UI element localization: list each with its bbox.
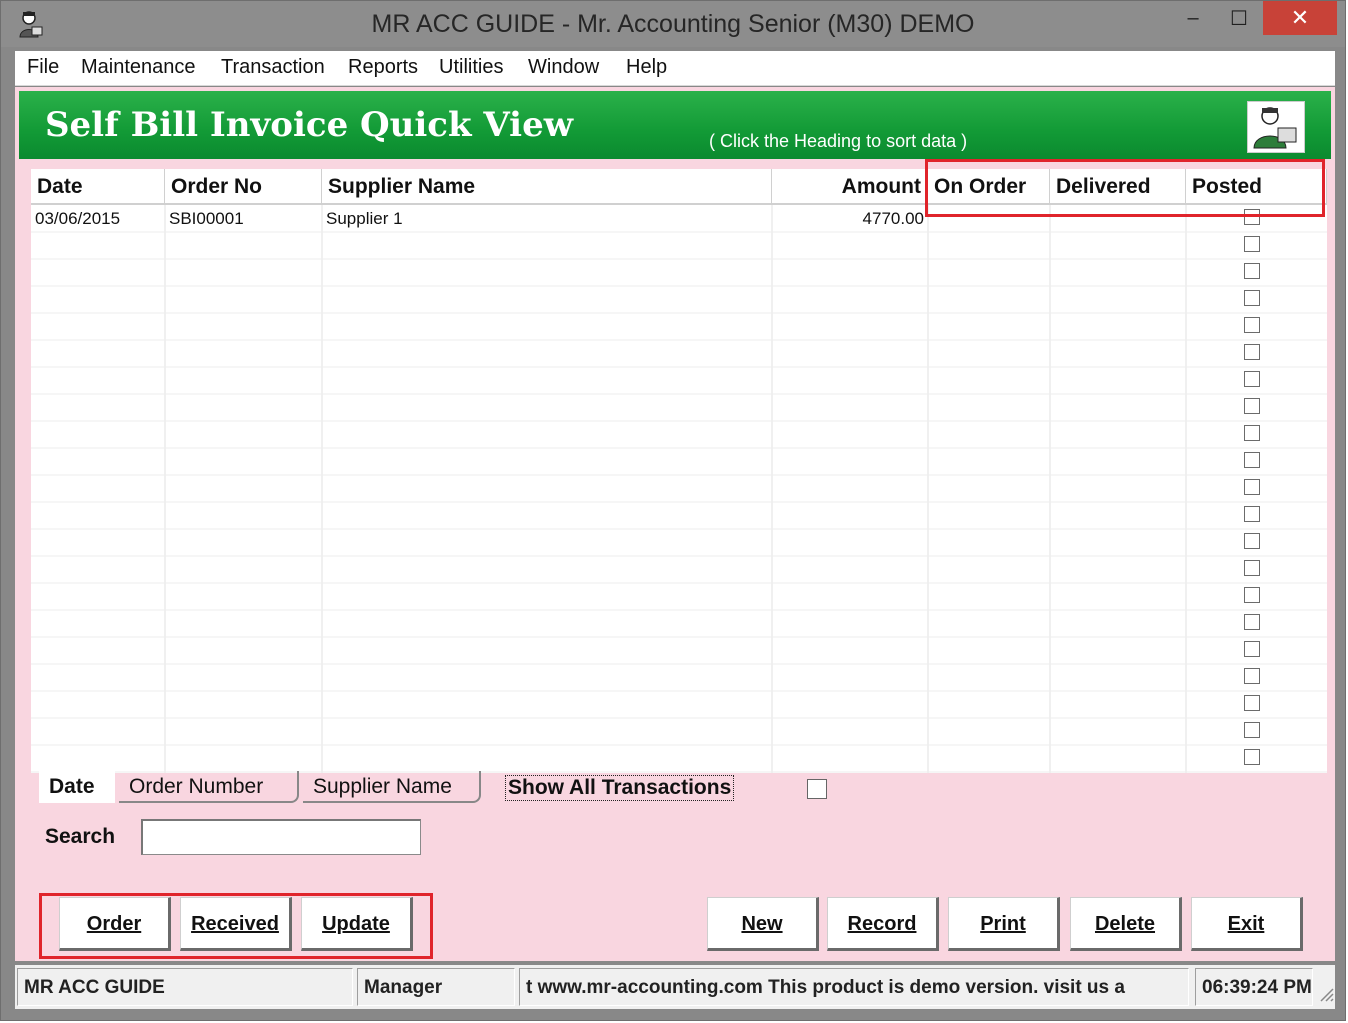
cell-date[interactable]: 03/06/2015 [31,205,165,232]
record-button-label: Record [847,913,917,935]
posted-checkbox[interactable] [1244,236,1260,252]
posted-checkbox[interactable] [1244,452,1260,468]
column-header-order-no[interactable]: Order No [165,169,322,205]
posted-checkbox[interactable] [1244,398,1260,414]
update-gl-button[interactable]: Update GL [301,897,413,985]
search-label: Search [45,825,116,848]
posted-checkbox[interactable] [1244,317,1260,333]
posted-checkbox[interactable] [1244,614,1260,630]
sort-tab-date[interactable]: Date [39,771,115,803]
posted-checkbox[interactable] [1244,371,1260,387]
sort-hint: ( Click the Heading to sort data ) [709,131,968,151]
status-bar: MR ACC GUIDE Manager t www.mr-accounting… [15,965,1335,1009]
posted-checkbox[interactable] [1244,722,1260,738]
menu-utilities[interactable]: Utilities [439,56,503,79]
posted-checkbox[interactable] [1244,587,1260,603]
close-button[interactable]: ✕ [1263,1,1337,35]
posted-checkbox[interactable] [1244,425,1260,441]
posted-checkbox[interactable] [1244,695,1260,711]
sort-tab-supplier-name[interactable]: Supplier Name [303,771,481,803]
exit-button[interactable]: Exit [1191,897,1303,951]
posted-checkbox[interactable] [1244,209,1260,225]
sort-tab-order-number[interactable]: Order Number [119,771,299,803]
posted-checkbox[interactable] [1244,479,1260,495]
print-button[interactable]: Print [948,897,1060,951]
column-header-amount[interactable]: Amount [772,169,928,205]
menu-bar: File Maintenance Transaction Reports Uti… [15,51,1335,86]
posted-checkbox[interactable] [1244,533,1260,549]
posted-checkbox[interactable] [1244,749,1260,765]
new-button[interactable]: New [707,897,819,951]
menu-maintenance[interactable]: Maintenance [81,56,196,79]
column-header-date[interactable]: Date [31,169,165,205]
form-banner: Self Bill Invoice Quick View ( Click the… [19,91,1331,159]
posted-checkbox[interactable] [1244,506,1260,522]
show-all-transactions-checkbox[interactable] [807,779,827,799]
column-header-delivered[interactable]: Delivered [1050,169,1186,205]
show-all-transactions-label[interactable]: Show All Transactions [505,775,735,801]
order-button[interactable]: Order [59,897,171,951]
cell-amount[interactable]: 4770.00 [772,205,928,232]
menu-help[interactable]: Help [626,56,667,79]
posted-checkbox[interactable] [1244,344,1260,360]
posted-checkbox[interactable] [1244,641,1260,657]
received-button[interactable]: Received [180,897,292,951]
status-user: Manager [357,968,515,1006]
menu-file[interactable]: File [27,56,59,79]
posted-checkbox[interactable] [1244,668,1260,684]
cell-order-no[interactable]: SBI00001 [165,205,322,232]
status-time: 06:39:24 PM [1195,968,1313,1006]
title-bar[interactable]: MR ACC GUIDE - Mr. Accounting Senior (M3… [1,1,1345,47]
column-header-posted[interactable]: Posted [1186,169,1327,205]
invoice-grid[interactable]: Date Order No Supplier Name Amount On Or… [31,169,1327,773]
menu-reports[interactable]: Reports [348,56,418,79]
form-title: Self Bill Invoice Quick View [45,105,573,145]
record-button[interactable]: Record [827,897,939,951]
column-header-supplier-name[interactable]: Supplier Name [322,169,772,205]
posted-checkbox[interactable] [1244,560,1260,576]
app-window: MR ACC GUIDE - Mr. Accounting Senior (M3… [0,0,1346,1021]
minimize-button[interactable]: – [1171,1,1215,35]
self-bill-invoice-form: Self Bill Invoice Quick View ( Click the… [15,87,1335,985]
exit-button-label: Exit [1227,913,1265,935]
search-input[interactable] [141,819,421,855]
resize-grip-icon[interactable] [1315,983,1335,1003]
new-button-label: New [741,913,783,935]
cell-supplier-name[interactable]: Supplier 1 [322,205,772,232]
menu-window[interactable]: Window [528,56,599,79]
delete-button[interactable]: Delete [1070,897,1182,951]
maximize-button[interactable]: ☐ [1217,1,1261,35]
status-message: t www.mr-accounting.com This product is … [519,968,1189,1006]
posted-checkbox[interactable] [1244,290,1260,306]
column-header-on-order[interactable]: On Order [928,169,1050,205]
delete-button-label: Delete [1094,913,1156,935]
cell-on-order[interactable] [928,205,1050,232]
posted-checkbox[interactable] [1244,263,1260,279]
menu-transaction[interactable]: Transaction [221,56,325,79]
grid-lines [31,205,1327,773]
received-button-label: Received [191,913,279,935]
window-title: MR ACC GUIDE - Mr. Accounting Senior (M3… [371,10,975,38]
cell-delivered[interactable] [1050,205,1186,232]
order-button-label: Order [86,913,142,935]
accountant-logo-icon [1247,101,1305,153]
status-company: MR ACC GUIDE [17,968,353,1006]
print-button-label: Print [980,913,1026,935]
